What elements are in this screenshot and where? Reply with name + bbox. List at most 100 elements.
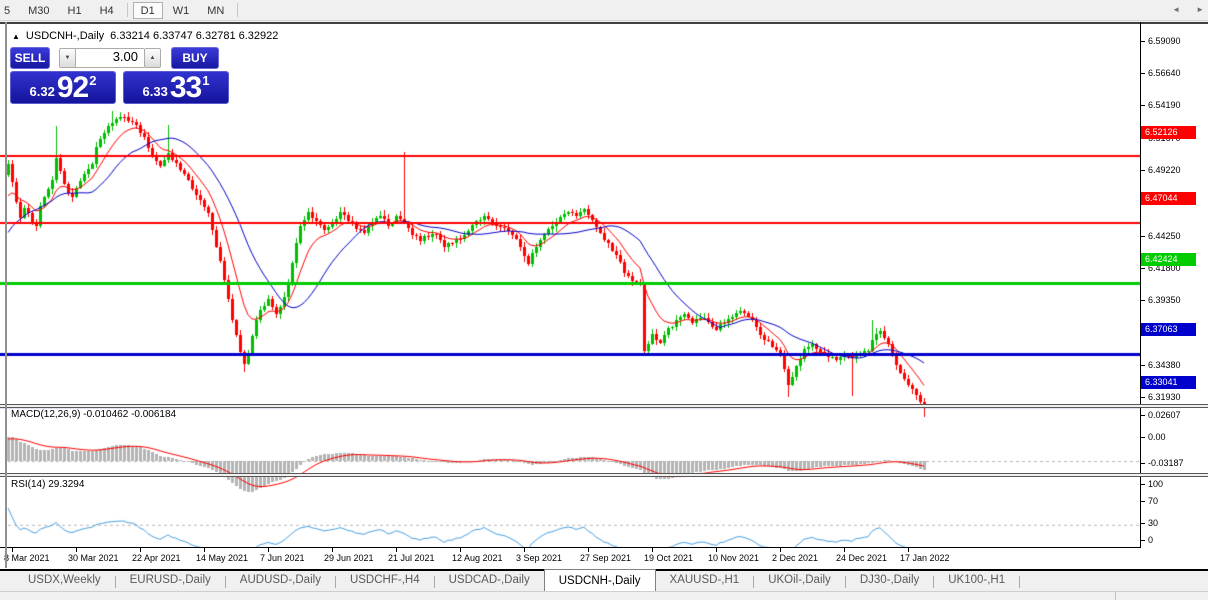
date-tick-mark bbox=[76, 548, 77, 552]
sell-price-big: 92 bbox=[56, 71, 89, 104]
tab-scroll-arrows: ◄ ► bbox=[1172, 5, 1204, 14]
toolbar-divider bbox=[237, 3, 239, 17]
chart-window bbox=[0, 22, 1208, 593]
date-label: 8 Mar 2021 bbox=[4, 553, 50, 563]
price-tick-label: 6.39350 bbox=[1148, 294, 1181, 305]
window-left-border bbox=[5, 22, 7, 568]
date-tick-mark bbox=[844, 548, 845, 552]
volume-input[interactable]: 3.00 bbox=[76, 48, 144, 68]
date-tick-mark bbox=[140, 548, 141, 552]
price-tick-label: 6.31930 bbox=[1148, 392, 1181, 402]
macd-tick-mark bbox=[1141, 415, 1145, 417]
date-tick-mark bbox=[12, 548, 13, 552]
date-tick-mark bbox=[332, 548, 333, 552]
price-tick-mark bbox=[1141, 397, 1145, 398]
price-level-badge[interactable]: 6.42424 bbox=[1141, 252, 1196, 266]
rsi-tick-mark bbox=[1141, 523, 1145, 525]
tab-scroll-left-icon[interactable]: ◄ bbox=[1172, 5, 1180, 14]
rsi-tick-label: 0 bbox=[1148, 535, 1154, 545]
date-label: 2 Dec 2021 bbox=[772, 553, 819, 563]
price-level-badge[interactable]: 6.47044 bbox=[1141, 192, 1196, 206]
collapse-chart-icon[interactable]: ▲ bbox=[12, 32, 20, 41]
date-tick-mark bbox=[652, 548, 653, 552]
price-tick-mark bbox=[1141, 105, 1145, 107]
price-tick-label: 6.54190 bbox=[1148, 100, 1181, 111]
one-click-trade-panel: SELL ▼ 3.00 ▲ BUY 6.32 92 2 6.33 33 1 bbox=[10, 47, 230, 104]
buy-price-display[interactable]: 6.33 33 1 bbox=[123, 71, 229, 104]
date-tick-mark bbox=[204, 548, 205, 552]
date-tick-mark bbox=[588, 548, 589, 552]
date-tick-mark bbox=[460, 548, 461, 552]
price-tick-mark bbox=[1141, 364, 1145, 366]
buy-price-sup: 1 bbox=[202, 73, 210, 88]
price-level-badge[interactable]: 6.37063 bbox=[1141, 323, 1196, 337]
date-label: 29 Jun 2021 bbox=[324, 553, 374, 563]
tab-usdcnh-daily[interactable]: USDCNH-,Daily bbox=[543, 569, 656, 591]
rsi-tick-mark bbox=[1141, 484, 1145, 485]
date-label: 24 Dec 2021 bbox=[836, 553, 888, 563]
date-tick-mark bbox=[524, 548, 525, 552]
date-label: 3 Sep 2021 bbox=[516, 553, 563, 563]
macd-tick-label: -0.03187 bbox=[1148, 458, 1184, 469]
chart-symbol-period: USDCNH-,Daily bbox=[25, 30, 105, 42]
date-label: 17 Jan 2022 bbox=[900, 553, 950, 563]
timeframe-button-h1[interactable]: H1 bbox=[60, 2, 90, 19]
timeframe-toolbar: 5 M30 H1 H4 D1 W1 MN bbox=[0, 0, 1208, 21]
date-label: 12 Aug 2021 bbox=[452, 553, 503, 563]
price-tick-mark bbox=[1141, 41, 1145, 42]
date-axis: 8 Mar 2021 30 Mar 2021 22 Apr 2021 14 May 2… bbox=[0, 548, 1208, 569]
rsi-tick-label: 100 bbox=[1148, 479, 1164, 489]
timeframe-button-5[interactable]: 5 bbox=[0, 2, 18, 19]
tab-scroll-right-icon[interactable]: ► bbox=[1196, 5, 1204, 14]
sell-button[interactable]: SELL bbox=[10, 47, 50, 69]
timeframe-button-d1[interactable]: D1 bbox=[132, 1, 163, 19]
date-tick-mark bbox=[908, 548, 909, 552]
date-tick-mark bbox=[268, 548, 269, 552]
price-level-badge[interactable]: 6.52126 bbox=[1141, 125, 1196, 139]
date-label: 10 Nov 2021 bbox=[708, 553, 760, 563]
date-tick-mark bbox=[396, 548, 397, 552]
macd-splitter[interactable] bbox=[0, 404, 1208, 408]
price-tick-mark bbox=[1141, 170, 1145, 172]
volume-increase-button[interactable]: ▲ bbox=[144, 48, 161, 68]
buy-price-big: 33 bbox=[169, 71, 202, 104]
price-tick-label: 6.49220 bbox=[1148, 165, 1181, 176]
sell-price-small: 6.32 bbox=[29, 84, 55, 99]
price-tick-mark bbox=[1141, 267, 1145, 269]
macd-tick-label: 0.00 bbox=[1148, 432, 1166, 442]
timeframe-button-mn[interactable]: MN bbox=[199, 2, 232, 19]
rsi-tick-mark bbox=[1141, 540, 1145, 541]
macd-tick-label: 0.02607 bbox=[1148, 410, 1181, 421]
macd-label: MACD(12,26,9) -0.010462 -0.006184 bbox=[11, 409, 177, 420]
timeframe-button-w1[interactable]: W1 bbox=[165, 2, 198, 19]
date-tick-mark bbox=[716, 548, 717, 552]
sell-price-sup: 2 bbox=[89, 73, 97, 88]
price-level-badge[interactable]: 6.33041 bbox=[1141, 375, 1196, 389]
date-tick-mark bbox=[780, 548, 781, 552]
date-label: 30 Mar 2021 bbox=[68, 553, 119, 563]
rsi-tick-label: 30 bbox=[1148, 518, 1159, 529]
rsi-splitter[interactable] bbox=[0, 473, 1208, 477]
date-label: 22 Apr 2021 bbox=[132, 553, 181, 563]
rsi-label: RSI(14) 29.3294 bbox=[11, 479, 85, 490]
price-tick-label: 6.59090 bbox=[1148, 36, 1181, 46]
price-axis-line bbox=[1140, 22, 1141, 548]
rsi-tick-mark bbox=[1141, 500, 1145, 502]
buy-button[interactable]: BUY bbox=[171, 47, 219, 69]
date-label: 27 Sep 2021 bbox=[580, 553, 632, 563]
date-label: 21 Jul 2021 bbox=[388, 553, 435, 563]
price-tick-label: 6.44250 bbox=[1148, 230, 1181, 241]
rsi-bottom-border bbox=[0, 547, 1140, 548]
rsi-tick-label: 70 bbox=[1148, 495, 1159, 506]
date-label: 19 Oct 2021 bbox=[644, 553, 694, 563]
sell-price-display[interactable]: 6.32 92 2 bbox=[10, 71, 116, 104]
macd-tick-mark bbox=[1141, 437, 1145, 438]
macd-tick-mark bbox=[1141, 463, 1145, 465]
price-chart-canvas[interactable] bbox=[0, 46, 1140, 593]
toolbar-divider bbox=[126, 3, 128, 17]
date-label: 7 Jun 2021 bbox=[260, 553, 305, 563]
volume-decrease-button[interactable]: ▼ bbox=[59, 48, 76, 68]
price-tick-mark bbox=[1141, 73, 1145, 75]
timeframe-button-m30[interactable]: M30 bbox=[20, 2, 57, 19]
timeframe-button-h4[interactable]: H4 bbox=[92, 2, 122, 19]
